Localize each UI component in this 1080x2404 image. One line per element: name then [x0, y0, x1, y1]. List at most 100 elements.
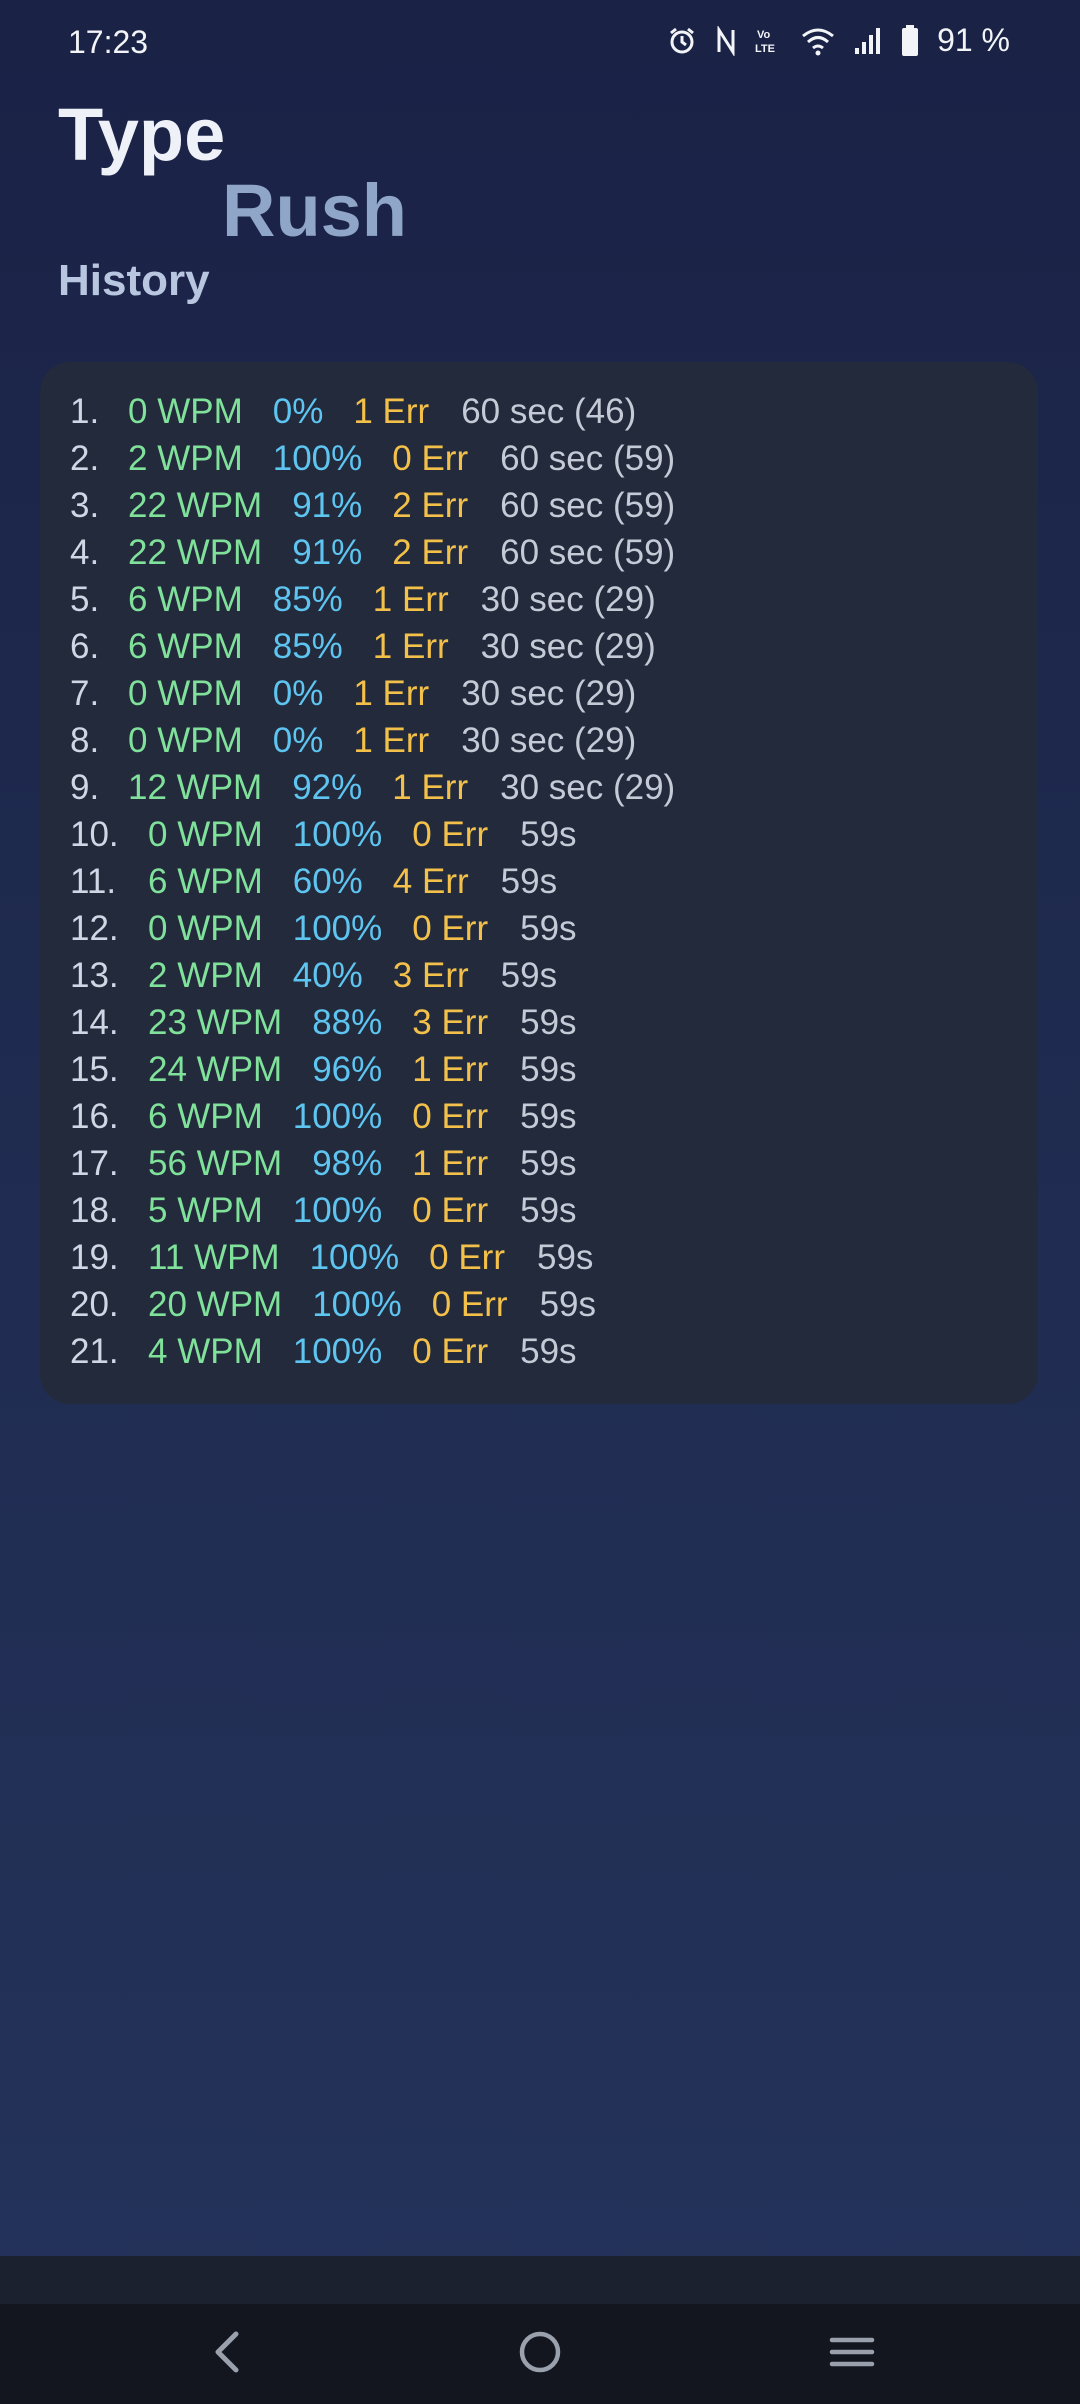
history-row: 14. 23 WPM 88% 3 Err 59s — [70, 999, 675, 1046]
row-errors: 0 Err — [412, 1332, 489, 1371]
row-number: 14. — [70, 1003, 119, 1042]
row-duration: 30 sec (29) — [500, 768, 676, 807]
section-title-history: History — [58, 256, 210, 305]
row-duration: 60 sec (59) — [500, 533, 676, 572]
history-row: 8. 0 WPM 0% 1 Err 30 sec (29) — [70, 717, 675, 764]
wifi-icon — [801, 26, 835, 56]
row-errors: 1 Err — [372, 627, 449, 666]
nav-divider-strip — [0, 2256, 1080, 2304]
history-row: 17. 56 WPM 98% 1 Err 59s — [70, 1140, 675, 1187]
row-accuracy: 100% — [292, 1332, 383, 1371]
row-errors: 1 Err — [372, 580, 449, 619]
row-accuracy: 100% — [309, 1238, 400, 1277]
row-errors: 1 Err — [353, 674, 430, 713]
row-accuracy: 85% — [272, 627, 343, 666]
row-accuracy: 85% — [272, 580, 343, 619]
row-number: 18. — [70, 1191, 119, 1230]
home-icon — [519, 2331, 561, 2373]
status-icons: Vo LTE 91 % — [667, 22, 1010, 59]
status-time: 17:23 — [68, 24, 149, 60]
row-wpm: 6 WPM — [128, 627, 243, 666]
row-number: 9. — [70, 768, 100, 807]
row-errors: 2 Err — [392, 486, 469, 525]
row-duration: 59s — [500, 956, 558, 995]
row-wpm: 11 WPM — [148, 1238, 280, 1277]
row-duration: 59s — [539, 1285, 597, 1324]
row-duration: 59s — [520, 1332, 577, 1371]
row-errors: 2 Err — [392, 533, 469, 572]
row-errors: 0 Err — [431, 1285, 508, 1324]
row-duration: 30 sec (29) — [480, 580, 656, 619]
history-row: 11. 6 WPM 60% 4 Err 59s — [70, 858, 675, 905]
row-number: 8. — [70, 721, 100, 760]
history-row: 10. 0 WPM 100% 0 Err 59s — [70, 811, 675, 858]
row-number: 3. — [70, 486, 100, 525]
row-errors: 0 Err — [412, 815, 489, 854]
row-wpm: 24 WPM — [148, 1050, 283, 1089]
row-number: 11. — [70, 862, 117, 901]
row-duration: 30 sec (29) — [480, 627, 656, 666]
row-errors: 0 Err — [412, 1191, 489, 1230]
row-number: 12. — [70, 909, 119, 948]
history-row: 12. 0 WPM 100% 0 Err 59s — [70, 905, 675, 952]
row-accuracy: 92% — [292, 768, 363, 807]
history-list: 1. 0 WPM 0% 1 Err 60 sec (46) 2. 2 WPM 100% 0 Er… — [70, 388, 675, 1375]
row-number: 17. — [70, 1144, 119, 1183]
row-duration: 59s — [500, 862, 558, 901]
row-duration: 59s — [520, 1144, 577, 1183]
row-errors: 1 Err — [412, 1144, 489, 1183]
row-wpm: 6 WPM — [128, 580, 243, 619]
row-wpm: 20 WPM — [148, 1285, 283, 1324]
row-duration: 59s — [520, 1097, 577, 1136]
row-number: 2. — [70, 439, 100, 478]
battery-percent: 91 % — [937, 22, 1010, 58]
row-wpm: 0 WPM — [148, 815, 263, 854]
row-accuracy: 88% — [312, 1003, 383, 1042]
row-wpm: 12 WPM — [128, 768, 263, 807]
row-number: 5. — [70, 580, 100, 619]
row-accuracy: 100% — [312, 1285, 402, 1324]
alarm-icon — [667, 26, 697, 56]
row-duration: 30 sec (29) — [461, 674, 637, 713]
volte-icon: Vo LTE — [755, 26, 783, 56]
battery-icon — [901, 24, 919, 57]
row-number: 7. — [70, 674, 100, 713]
row-duration: 60 sec (59) — [500, 439, 676, 478]
back-button[interactable] — [193, 2322, 263, 2382]
row-wpm: 23 WPM — [148, 1003, 283, 1042]
status-bar: 17:23 Vo LTE 91 % — [0, 0, 1080, 90]
row-wpm: 56 WPM — [148, 1144, 283, 1183]
row-wpm: 5 WPM — [148, 1191, 263, 1230]
history-row: 21. 4 WPM 100% 0 Err 59s — [70, 1328, 675, 1375]
home-button[interactable] — [505, 2322, 575, 2382]
row-accuracy: 98% — [312, 1144, 383, 1183]
row-number: 20. — [70, 1285, 119, 1324]
row-duration: 60 sec (59) — [500, 486, 676, 525]
row-duration: 59s — [520, 1003, 577, 1042]
nfc-icon — [715, 25, 737, 56]
history-row: 6. 6 WPM 85% 1 Err 30 sec (29) — [70, 623, 675, 670]
history-row: 13. 2 WPM 40% 3 Err 59s — [70, 952, 675, 999]
row-accuracy: 100% — [292, 815, 383, 854]
row-wpm: 0 WPM — [148, 909, 263, 948]
history-row: 18. 5 WPM 100% 0 Err 59s — [70, 1187, 675, 1234]
history-row: 2. 2 WPM 100% 0 Err 60 sec (59) — [70, 435, 675, 482]
history-row: 4. 22 WPM 91% 2 Err 60 sec (59) — [70, 529, 675, 576]
row-errors: 0 Err — [412, 909, 489, 948]
history-row: 3. 22 WPM 91% 2 Err 60 sec (59) — [70, 482, 675, 529]
row-duration: 59s — [520, 909, 577, 948]
row-accuracy: 100% — [272, 439, 363, 478]
recents-button[interactable] — [817, 2322, 887, 2382]
row-duration: 60 sec (46) — [461, 392, 637, 431]
row-errors: 1 Err — [412, 1050, 489, 1089]
row-errors: 4 Err — [392, 862, 469, 901]
row-accuracy: 91% — [292, 533, 363, 572]
row-wpm: 22 WPM — [128, 533, 263, 572]
row-errors: 0 Err — [392, 439, 469, 478]
history-row: 9. 12 WPM 92% 1 Err 30 sec (29) — [70, 764, 675, 811]
row-duration: 59s — [520, 1050, 577, 1089]
svg-text:Vo: Vo — [757, 29, 771, 41]
row-accuracy: 0% — [272, 392, 324, 431]
svg-text:LTE: LTE — [755, 43, 775, 55]
signal-icon — [853, 26, 883, 56]
